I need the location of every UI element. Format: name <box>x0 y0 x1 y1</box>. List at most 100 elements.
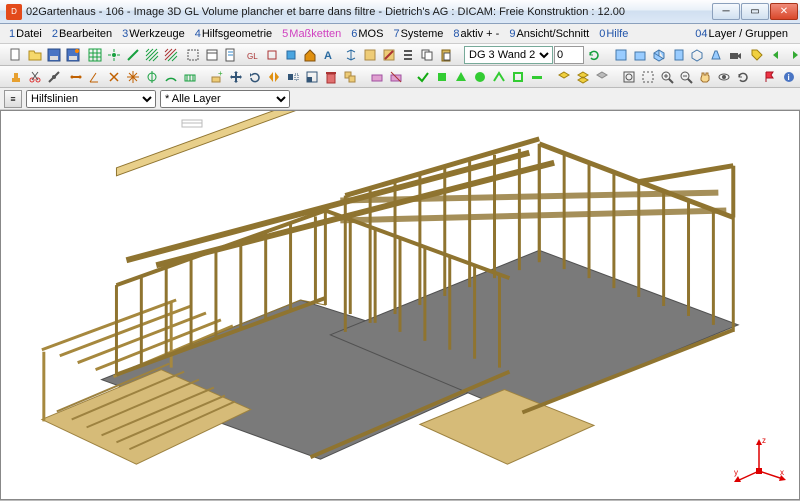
viewport-3d[interactable]: z x y <box>0 110 800 500</box>
zoom-window-button[interactable] <box>639 68 657 86</box>
menu-werkzeuge[interactable]: 3Werkzeuge <box>117 26 190 42</box>
new-file-button[interactable] <box>7 46 25 64</box>
snap-button[interactable] <box>105 46 123 64</box>
window-button[interactable] <box>203 46 221 64</box>
menu-bearbeiten[interactable]: 2Bearbeiten <box>47 26 117 42</box>
snap-angle-button[interactable] <box>86 68 104 86</box>
slice-button[interactable] <box>45 68 63 86</box>
menu-systeme[interactable]: 7Systeme <box>388 26 448 42</box>
snap-x-button[interactable] <box>105 68 123 86</box>
secondary-bar: ≡ Hilfslinien * Alle Layer <box>0 88 800 110</box>
green-6-button[interactable] <box>509 68 527 86</box>
minimize-button[interactable]: ─ <box>712 3 740 20</box>
step-prev-button[interactable] <box>767 46 785 64</box>
menu-hilfsgeometrie[interactable]: 4Hilfsgeometrie <box>190 26 277 42</box>
gl-view-button[interactable]: GL <box>244 46 262 64</box>
hatch-button[interactable] <box>143 46 161 64</box>
house-button[interactable] <box>301 46 319 64</box>
step-next-button[interactable] <box>786 46 800 64</box>
aux-geometry-selector[interactable]: Hilfslinien <box>26 90 156 108</box>
window-controls: ─ ▭ ✕ <box>712 3 798 20</box>
green-3-button[interactable] <box>452 68 470 86</box>
layer-filter-selector[interactable]: * Alle Layer <box>160 90 290 108</box>
save-as-button[interactable] <box>64 46 82 64</box>
red-flag-button[interactable] <box>761 68 779 86</box>
collapse-tree-button[interactable]: ≡ <box>4 90 22 108</box>
layer-selector[interactable]: DG 3 Wand 2 <box>464 46 553 64</box>
green-5-button[interactable] <box>490 68 508 86</box>
info-button[interactable]: i <box>780 68 798 86</box>
isolate-off-button[interactable] <box>593 68 611 86</box>
layer-index-input[interactable] <box>554 46 584 64</box>
snap-star-button[interactable] <box>124 68 142 86</box>
view-front-button[interactable] <box>631 46 649 64</box>
redraw-button[interactable] <box>734 68 752 86</box>
green-7-button[interactable] <box>528 68 546 86</box>
stamp-button[interactable] <box>7 68 25 86</box>
solid-button[interactable] <box>282 46 300 64</box>
text-button[interactable]: A <box>320 46 338 64</box>
maximize-button[interactable]: ▭ <box>741 3 769 20</box>
close-button[interactable]: ✕ <box>770 3 798 20</box>
stretch-button[interactable] <box>284 68 302 86</box>
pan-button[interactable] <box>696 68 714 86</box>
zoom-fit-button[interactable] <box>620 68 638 86</box>
isolate-button[interactable] <box>555 68 573 86</box>
green-1-button[interactable] <box>414 68 432 86</box>
snap-end-button[interactable] <box>143 68 161 86</box>
add-layer-button[interactable]: + <box>208 68 226 86</box>
copy-obj-button[interactable] <box>341 68 359 86</box>
title-bar: D 02Gartenhaus - 106 - Image 3D GL Volum… <box>0 0 800 24</box>
list-button[interactable] <box>399 46 417 64</box>
arrange-button[interactable] <box>342 46 360 64</box>
snap-line-button[interactable] <box>67 68 85 86</box>
delete-button[interactable] <box>322 68 340 86</box>
grid-button[interactable] <box>86 46 104 64</box>
view-persp-button[interactable] <box>707 46 725 64</box>
svg-text:GL: GL <box>247 52 258 61</box>
menu-layer-gruppen[interactable]: 04Layer / Gruppen <box>690 26 796 42</box>
form-button[interactable] <box>361 46 379 64</box>
tag-button[interactable] <box>748 46 766 64</box>
filter-2-button[interactable] <box>387 68 405 86</box>
layer-refresh-button[interactable] <box>585 46 603 64</box>
zoom-in-button[interactable] <box>658 68 676 86</box>
sheet-button[interactable] <box>222 46 240 64</box>
line-button[interactable] <box>124 46 142 64</box>
cut-button[interactable] <box>26 68 44 86</box>
filter-button[interactable] <box>368 68 386 86</box>
save-button[interactable] <box>45 46 63 64</box>
menu-massketten[interactable]: 5Maßketten <box>277 26 346 42</box>
svg-text:y: y <box>734 468 738 477</box>
window-title: 02Gartenhaus - 106 - Image 3D GL Volume … <box>26 6 712 18</box>
view-iso2-button[interactable] <box>688 46 706 64</box>
mirror-button[interactable] <box>265 68 283 86</box>
zoom-out-button[interactable] <box>677 68 695 86</box>
menu-datei[interactable]: 1Datei <box>4 26 47 42</box>
view-iso-button[interactable] <box>650 46 668 64</box>
green-4-button[interactable] <box>471 68 489 86</box>
open-file-button[interactable] <box>26 46 44 64</box>
hatch-2-button[interactable] <box>162 46 180 64</box>
menu-aktiv[interactable]: 8aktiv + - <box>448 26 504 42</box>
svg-text:z: z <box>762 436 766 445</box>
copy-button[interactable] <box>418 46 436 64</box>
rotate-button[interactable] <box>246 68 264 86</box>
select-mode-button[interactable] <box>184 46 202 64</box>
menu-hilfe[interactable]: 0Hilfe <box>594 26 633 42</box>
view-top-button[interactable] <box>612 46 630 64</box>
menu-mos[interactable]: 6MOS <box>346 26 388 42</box>
wireframe-button[interactable] <box>263 46 281 64</box>
isolate-all-button[interactable] <box>574 68 592 86</box>
paste-button[interactable] <box>437 46 455 64</box>
form-edit-button[interactable] <box>380 46 398 64</box>
view-side-button[interactable] <box>669 46 687 64</box>
snap-arc-button[interactable] <box>162 68 180 86</box>
orbit-button[interactable] <box>715 68 733 86</box>
green-2-button[interactable] <box>433 68 451 86</box>
camera-button[interactable] <box>726 46 744 64</box>
scale-button[interactable] <box>303 68 321 86</box>
menu-ansicht[interactable]: 9Ansicht/Schnitt <box>504 26 594 42</box>
move-button[interactable] <box>227 68 245 86</box>
snap-prod-button[interactable] <box>181 68 199 86</box>
